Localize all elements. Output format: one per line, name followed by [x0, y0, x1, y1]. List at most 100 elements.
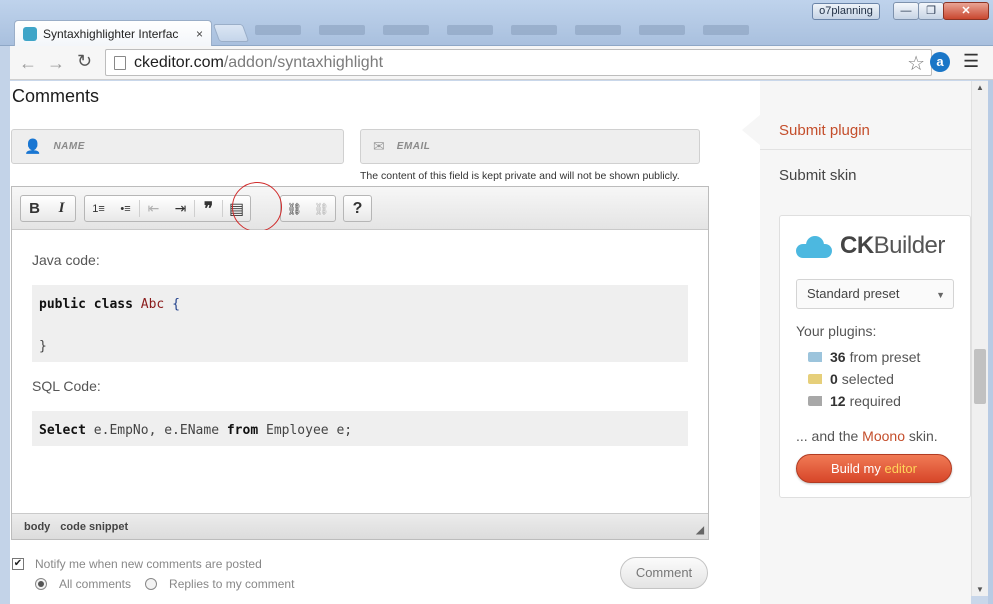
preset-text: from preset [849, 349, 921, 365]
tab-close-icon[interactable]: × [196, 27, 203, 41]
bookmark-star-icon[interactable]: ☆ [907, 51, 925, 76]
radio-replies[interactable] [145, 578, 158, 590]
plugins-from-preset: 36 from preset [808, 349, 920, 365]
back-arrow-icon[interactable]: ← [19, 53, 37, 74]
link-button[interactable]: ⛓ [281, 196, 308, 221]
minimize-button[interactable]: — [893, 2, 919, 20]
ckbuilder-title-prefix: CK [840, 232, 874, 259]
moono-skin-link[interactable]: Moono [862, 428, 905, 444]
sql-code-label: SQL Code: [32, 378, 101, 394]
comment-submit-button[interactable]: Comment [620, 557, 708, 589]
page-scrollbar[interactable]: ▲ ▼ [971, 81, 988, 596]
italic-button[interactable]: I [48, 196, 75, 221]
radio-replies-label: Replies to my comment [169, 577, 295, 591]
blurred-tab [255, 25, 301, 35]
email-privacy-note: The content of this field is kept privat… [360, 170, 680, 182]
browser-toolbar: ← → ↻ ckeditor.com/addon/syntaxhighlight… [10, 46, 993, 80]
path-crumb-code-snippet[interactable]: code snippet [60, 521, 128, 533]
list-group: 1≡ •≡ ⇤ ⇥ ❞ ▤ [84, 195, 251, 222]
cloud-icon [796, 234, 832, 258]
scroll-up-arrow-icon[interactable]: ▲ [976, 83, 984, 92]
ckbuilder-logo: CKBuilder [796, 232, 945, 260]
page-title: Comments [12, 86, 100, 106]
window-frame-left [0, 46, 10, 604]
ckeditor-favicon-icon [23, 26, 37, 41]
radio-all-comments[interactable] [35, 578, 47, 590]
build-label-accent: editor [884, 461, 917, 476]
name-field[interactable]: 👤 NAME [11, 129, 344, 164]
blurred-tab [447, 25, 493, 35]
tab-title: Syntaxhighlighter Interfac [43, 26, 179, 41]
notify-checkbox[interactable]: ✔ [12, 558, 24, 570]
ckbuilder-card: CKBuilder Standard preset ▼ Your plugins… [779, 215, 971, 498]
blurred-tab [511, 25, 557, 35]
moono-post: skin. [904, 428, 938, 444]
basic-styles-group: B I [20, 195, 76, 222]
tag-gray-icon [808, 396, 822, 406]
your-plugins-heading: Your plugins: [796, 323, 877, 339]
plugins-selected: 0 selected [808, 371, 894, 387]
reload-icon[interactable]: ↻ [77, 51, 92, 72]
bulleted-list-button[interactable]: •≡ [112, 196, 139, 221]
link-group: ⛓ ⛓ [280, 195, 336, 222]
code-text: e.EmpNo, e.EName [85, 423, 227, 438]
scroll-down-arrow-icon[interactable]: ▼ [976, 585, 984, 594]
unlink-button[interactable]: ⛓ [308, 196, 335, 221]
radio-all-label: All comments [59, 577, 132, 591]
numbered-list-button[interactable]: 1≡ [85, 196, 112, 221]
code-keyword: class [93, 297, 133, 312]
resize-handle-icon[interactable]: ◢ [696, 525, 704, 536]
browser-tab-active[interactable]: Syntaxhighlighter Interfac × [14, 20, 212, 46]
sql-code-snippet[interactable]: Select e.EmpNo, e.EName from Employee e; [32, 411, 688, 446]
blurred-tab [319, 25, 365, 35]
address-bar[interactable]: ckeditor.com/addon/syntaxhighlight ☆ [105, 49, 932, 76]
window-frame-right [988, 46, 993, 604]
java-code-snippet[interactable]: public class Abc { } [32, 285, 688, 362]
editor-content-area[interactable]: Java code: public class Abc { } SQL Code… [12, 230, 708, 513]
sidebar-item-submit-skin[interactable]: Submit skin [779, 167, 857, 184]
blurred-tab [703, 25, 749, 35]
help-button[interactable]: ? [344, 196, 371, 221]
preset-dropdown[interactable]: Standard preset ▼ [796, 279, 954, 309]
scrollbar-thumb[interactable] [974, 349, 986, 404]
maximize-button[interactable]: ❐ [918, 2, 944, 20]
code-brace: { [172, 297, 180, 312]
sidebar-item-submit-plugin[interactable]: Submit plugin [779, 122, 870, 139]
ckbuilder-title: CKBuilder [840, 232, 945, 260]
user-icon: 👤 [24, 138, 42, 154]
preset-count: 36 [830, 349, 846, 365]
required-text: required [849, 393, 901, 409]
selected-count: 0 [830, 371, 838, 387]
name-placeholder: NAME [53, 141, 85, 152]
blockquote-button[interactable]: ❞ [195, 196, 222, 221]
close-window-button[interactable]: ✕ [943, 2, 989, 20]
code-line: public class Abc { [39, 294, 681, 315]
tag-blue-icon [808, 352, 822, 362]
profile-badge[interactable]: o7planning [812, 3, 880, 20]
new-tab-button[interactable] [212, 24, 250, 42]
indent-button[interactable]: ⇥ [167, 196, 194, 221]
forward-arrow-icon[interactable]: → [47, 53, 65, 74]
code-class-name: Abc [140, 297, 165, 312]
selected-text: selected [841, 371, 894, 387]
build-my-editor-button[interactable]: Build my editor [796, 454, 952, 483]
moono-pre: ... and the [796, 428, 863, 444]
plugins-required: 12 required [808, 393, 901, 409]
sidebar: Submit plugin Submit skin CKBuilder Stan… [760, 81, 971, 604]
bold-button[interactable]: B [21, 196, 48, 221]
path-crumb-body[interactable]: body [24, 521, 50, 533]
url-host: ckeditor.com [134, 53, 224, 71]
email-field[interactable]: ✉ EMAIL [360, 129, 700, 164]
required-count: 12 [830, 393, 846, 409]
notify-row: ✔ Notify me when new comments are posted [12, 557, 262, 571]
moono-skin-line: ... and the Moono skin. [796, 428, 938, 444]
radio-selected-dot [38, 581, 44, 587]
outdent-button[interactable]: ⇤ [140, 196, 167, 221]
browser-menu-icon[interactable]: ☰ [963, 51, 979, 72]
sidebar-divider [760, 149, 971, 150]
preset-dropdown-value: Standard preset [807, 286, 900, 301]
cloud-shape-top [806, 236, 824, 254]
build-label: Build my [831, 461, 885, 476]
extension-icon[interactable]: a [930, 52, 950, 72]
